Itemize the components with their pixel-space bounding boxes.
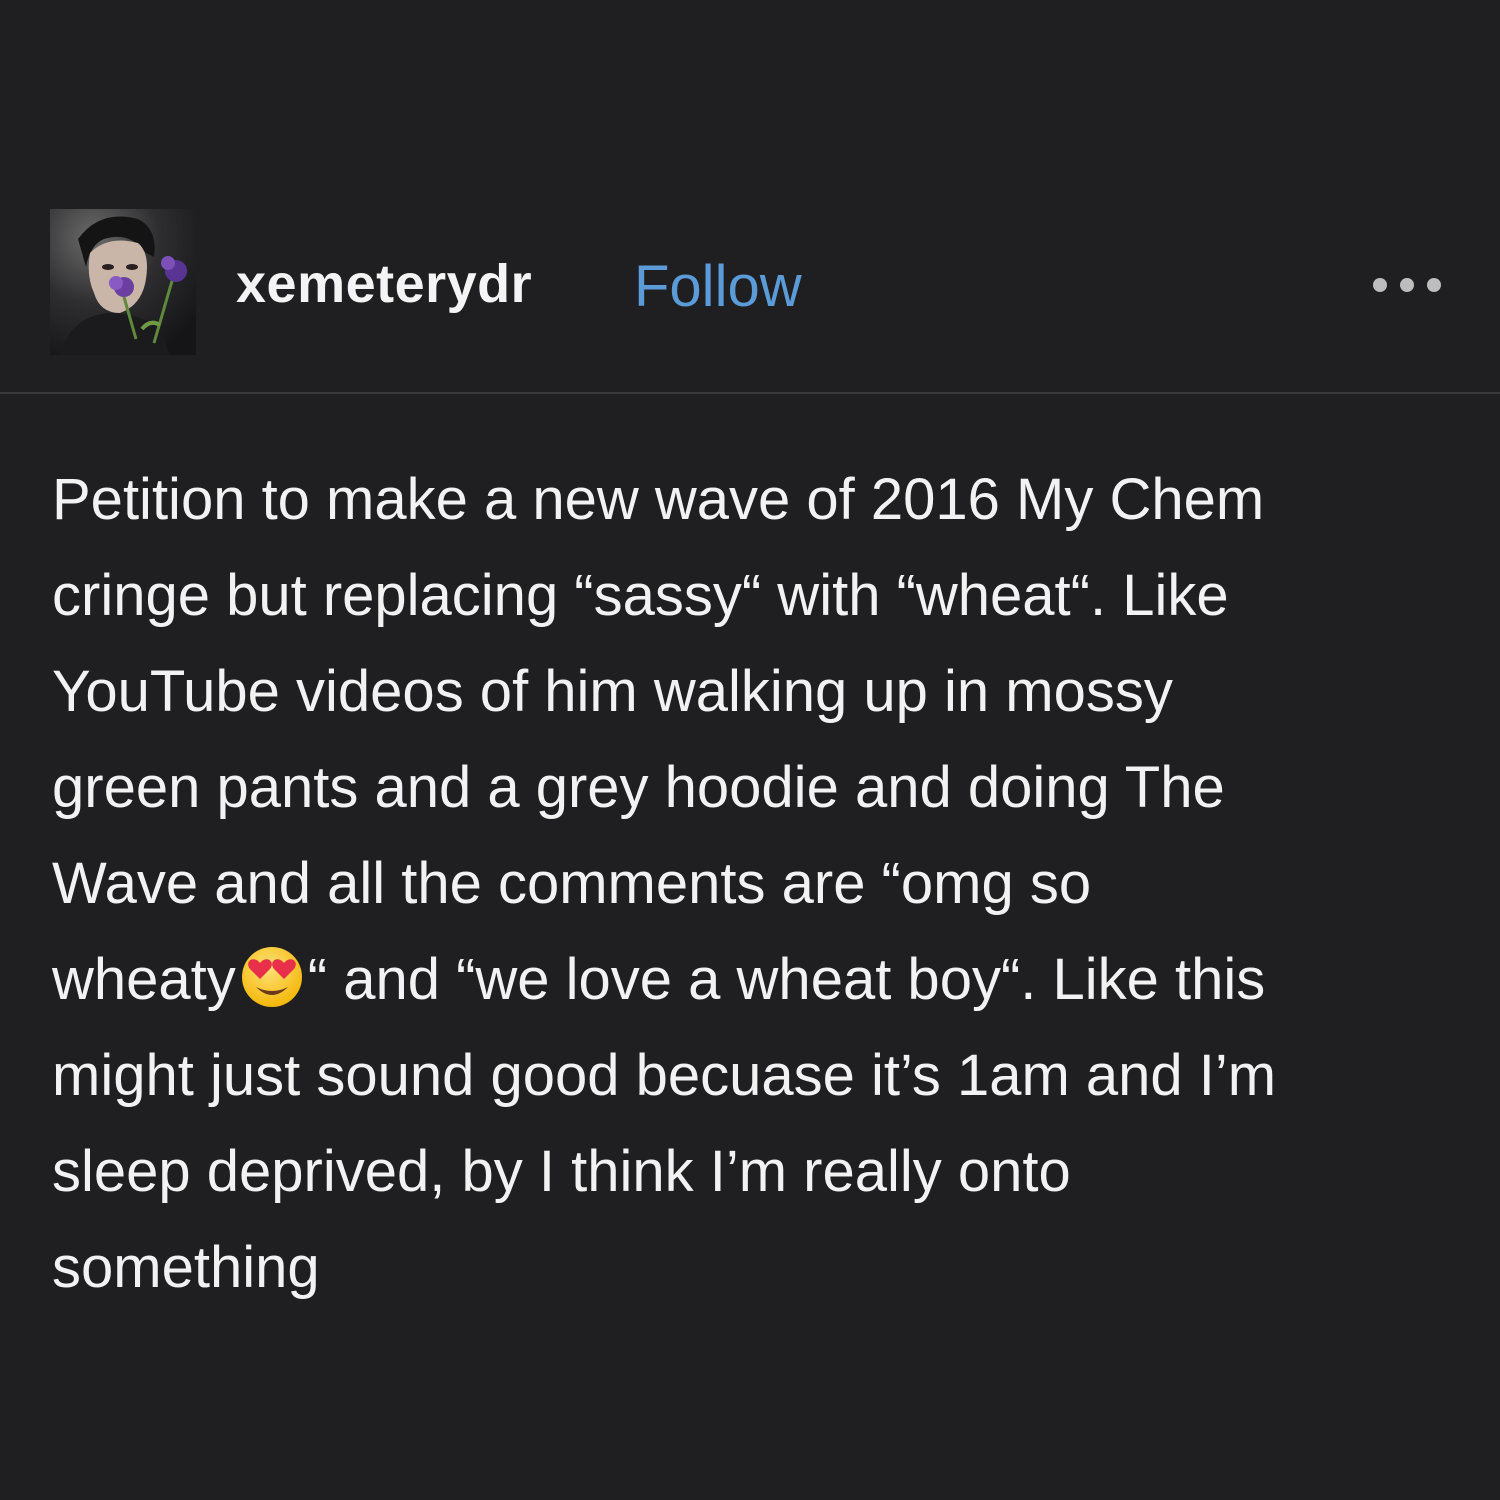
body-line: cringe but replacing “sassy“ with “wheat… [52, 563, 1229, 628]
more-options-icon[interactable] [1370, 275, 1450, 295]
heart-eyes-emoji-icon [236, 939, 308, 1011]
follow-button[interactable]: Follow [634, 253, 802, 320]
post-header: xemeterydr Follow [0, 205, 1500, 355]
body-line-prefix: wheaty [52, 947, 236, 1012]
body-line: something [52, 1235, 320, 1300]
post-body: Petition to make a new wave of 2016 My C… [52, 452, 1492, 1316]
tumblr-post: xemeterydr Follow Petition to make a new… [0, 0, 1500, 1500]
body-line: YouTube videos of him walking up in moss… [52, 659, 1173, 724]
body-line: sleep deprived, by I think I’m really on… [52, 1139, 1071, 1204]
body-line: might just sound good becuase it’s 1am a… [52, 1043, 1277, 1108]
body-line: Petition to make a new wave of 2016 My C… [52, 467, 1265, 532]
header-divider [0, 392, 1500, 394]
body-line: Wave and all the comments are “omg so [52, 851, 1092, 916]
body-line-rest: “ and “we love a wheat boy“. Like this [307, 947, 1266, 1012]
body-line-with-emoji: wheaty “ and “we love a wheat boy“. Like… [52, 932, 1492, 1028]
avatar[interactable] [50, 209, 196, 355]
body-line: green pants and a grey hoodie and doing … [52, 755, 1225, 820]
username[interactable]: xemeterydr [236, 253, 532, 315]
